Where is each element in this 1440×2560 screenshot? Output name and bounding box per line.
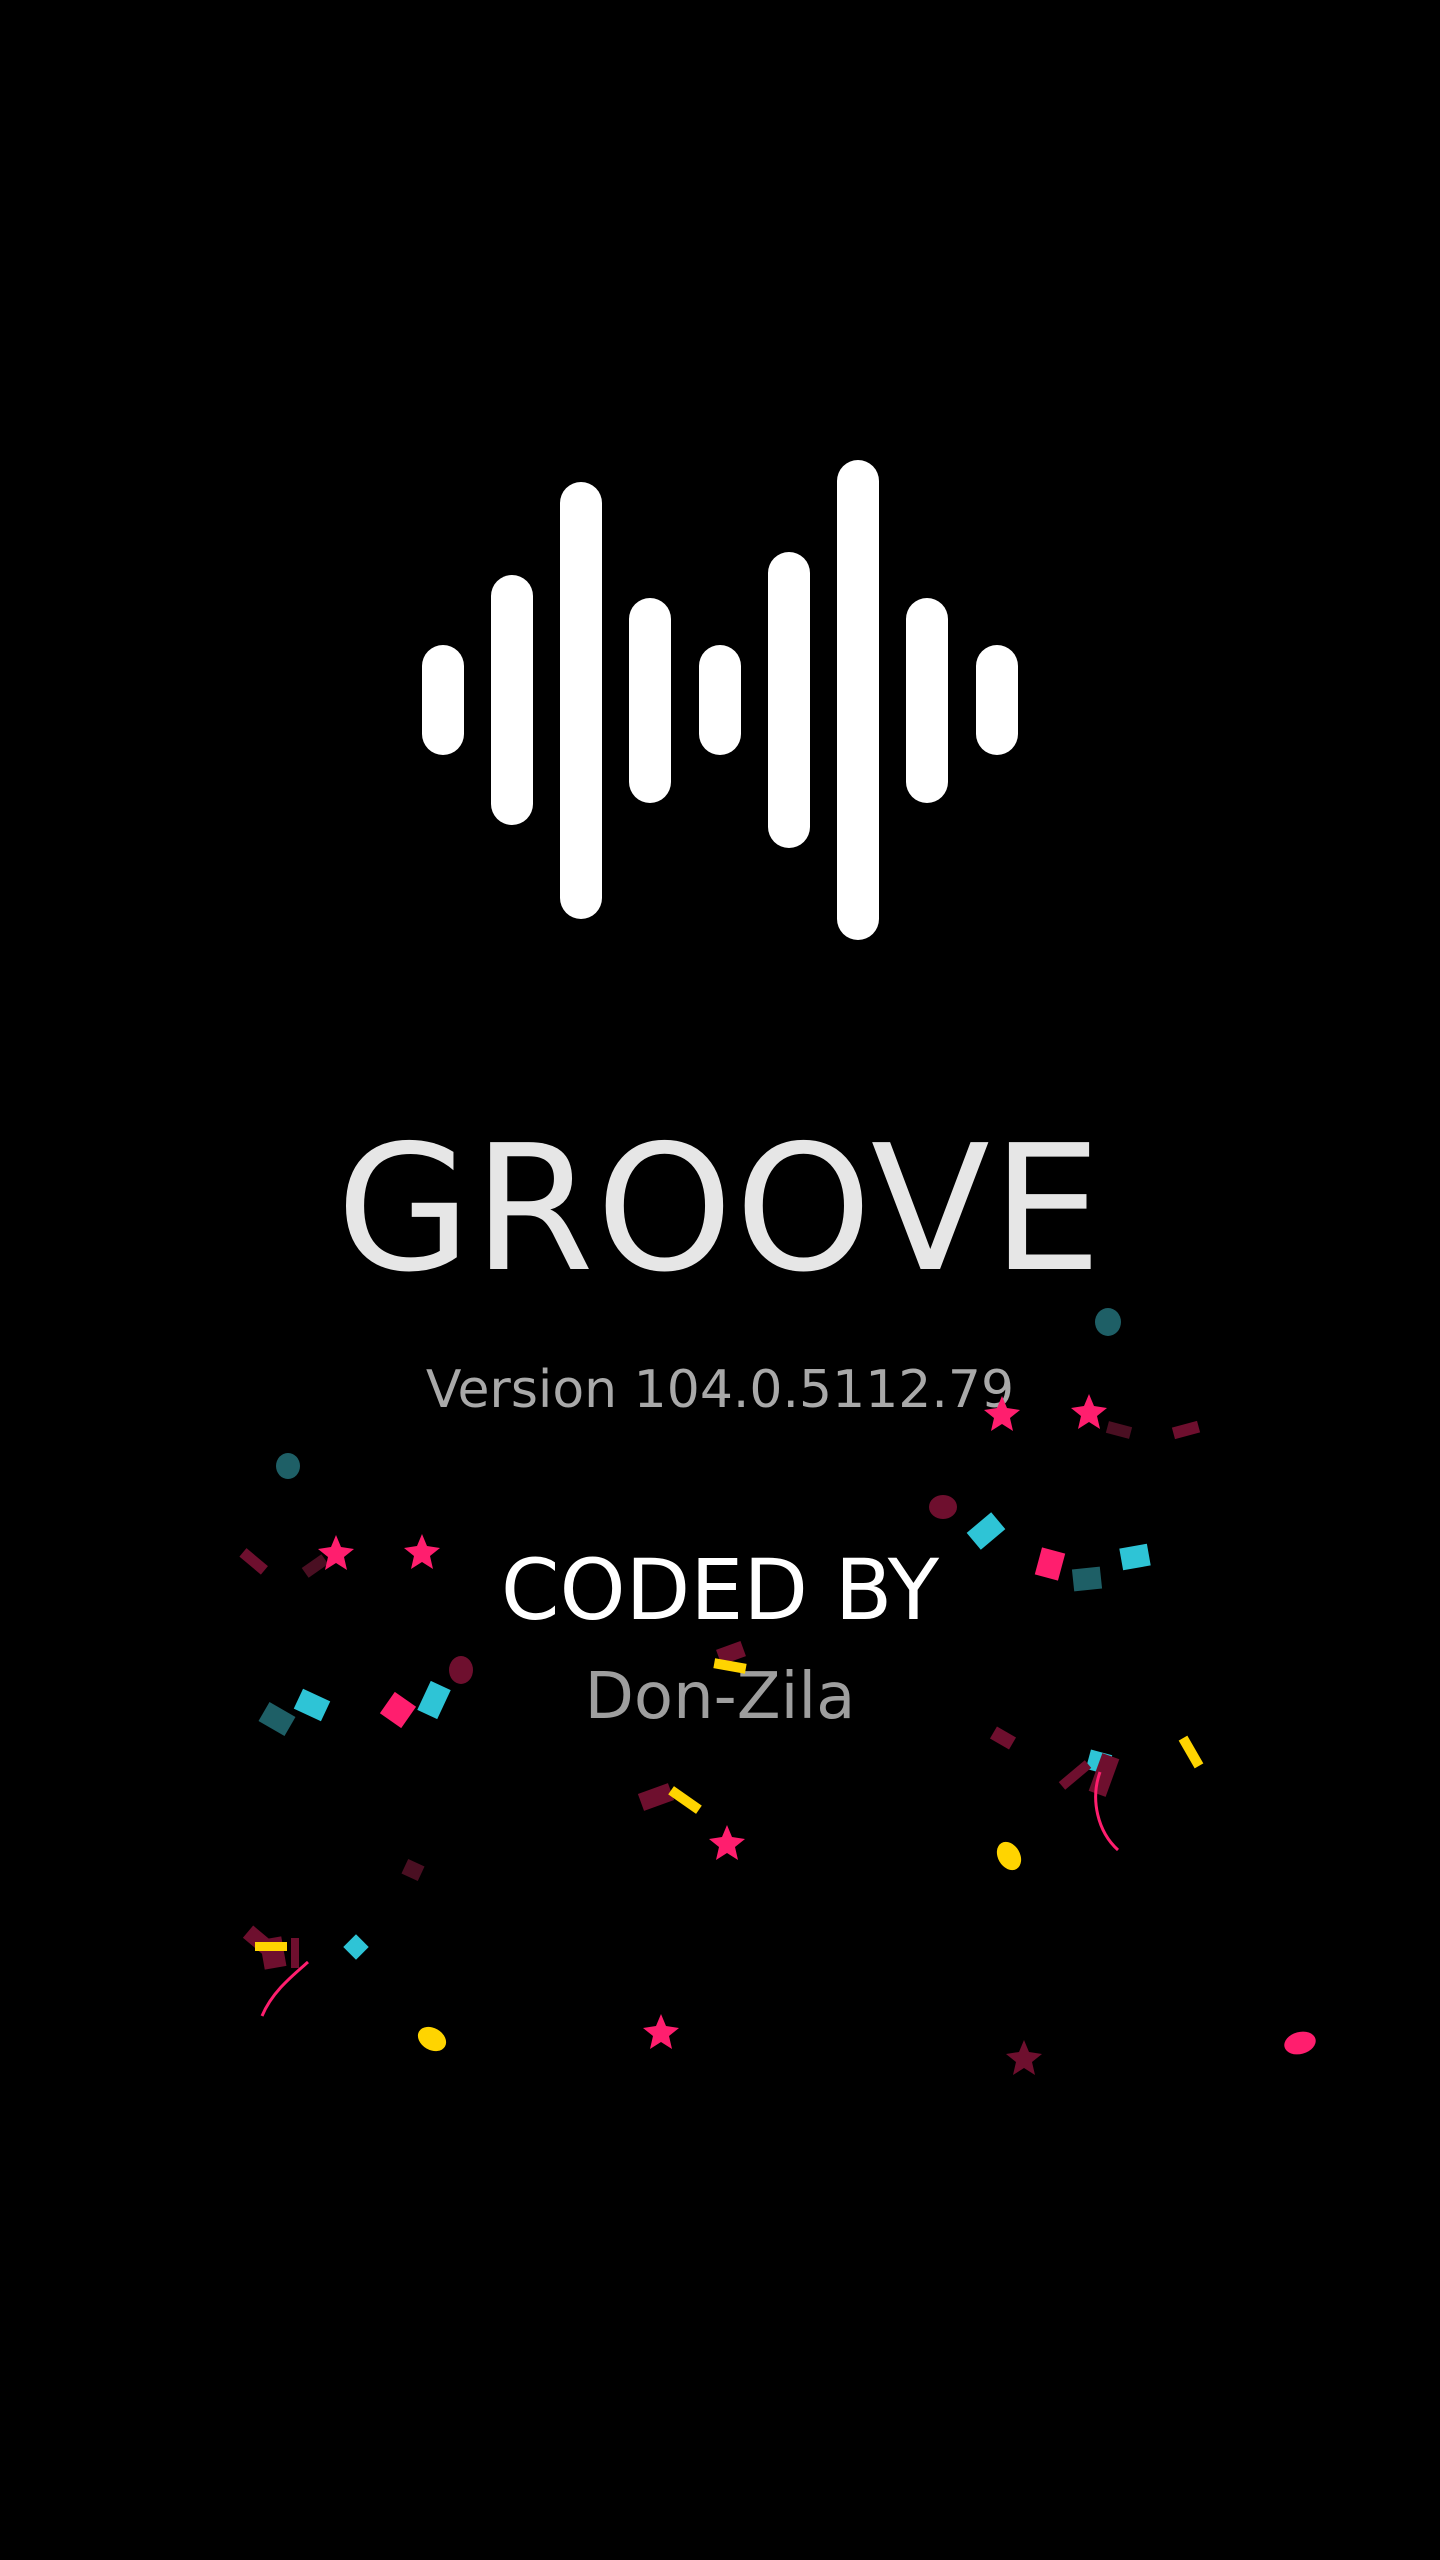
confetti-star — [1006, 2040, 1042, 2075]
confetti-piece — [929, 1495, 957, 1519]
confetti-piece — [996, 1841, 1022, 1871]
credits-label: CODED BY — [500, 1541, 940, 1639]
confetti-piece — [1095, 1308, 1121, 1336]
confetti-piece — [291, 1938, 299, 1968]
sound-wave-icon — [422, 460, 1018, 940]
wave-bar-4 — [629, 598, 671, 803]
confetti-streamer — [260, 1960, 309, 2017]
confetti-piece — [401, 1858, 425, 1882]
wave-bar-2 — [491, 575, 533, 825]
confetti-piece — [343, 1934, 369, 1960]
confetti-piece — [1088, 1753, 1120, 1797]
confetti-piece — [417, 2026, 447, 2052]
confetti-piece — [1058, 1760, 1092, 1790]
confetti-piece — [1085, 1749, 1113, 1775]
confetti-streamer — [1094, 1771, 1120, 1852]
confetti-piece — [1284, 2031, 1316, 2055]
wave-bar-6 — [768, 552, 810, 848]
confetti-piece — [242, 1925, 274, 1955]
wave-bar-9 — [976, 645, 1018, 755]
confetti-piece — [637, 1783, 675, 1811]
app-version: Version 104.0.5112.79 — [425, 1360, 1015, 1420]
splash-screen: GROOVE Version 104.0.5112.79 CODED BY Do… — [0, 0, 1440, 2560]
wave-bar-3 — [560, 482, 602, 919]
confetti-star — [643, 2014, 679, 2049]
confetti-piece — [276, 1453, 300, 1479]
wave-bar-8 — [906, 598, 948, 803]
wave-bar-1 — [422, 645, 464, 755]
confetti-piece — [255, 1942, 287, 1951]
confetti-piece — [1178, 1735, 1204, 1769]
app-title: GROOVE — [336, 1108, 1104, 1311]
confetti-piece — [668, 1786, 702, 1814]
confetti-piece — [259, 1936, 287, 1970]
confetti-star — [709, 1825, 745, 1860]
wave-bar-7 — [837, 460, 879, 940]
credits-author: Don-Zila — [584, 1660, 856, 1734]
wave-bar-5 — [699, 645, 741, 755]
